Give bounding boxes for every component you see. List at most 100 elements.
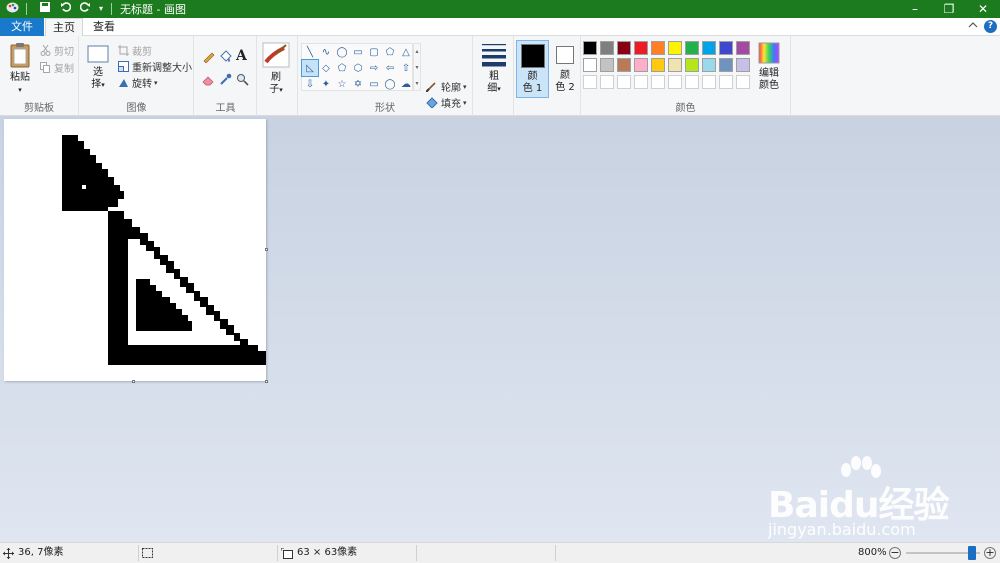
watermark-url: jingyan.baidu.com (768, 520, 916, 539)
restore-button[interactable]: ❐ (932, 0, 966, 18)
custom-color-slot[interactable] (583, 75, 597, 89)
color-swatch[interactable] (736, 58, 750, 72)
color-swatch[interactable] (583, 58, 597, 72)
custom-color-slot[interactable] (702, 75, 716, 89)
color-swatch[interactable] (736, 41, 750, 55)
color2-label-1: 颜 (560, 70, 570, 81)
canvas-resize-handle-right[interactable] (265, 248, 268, 251)
canvas-resize-handle-corner[interactable] (265, 380, 268, 383)
triangle-shape-icon[interactable]: △ (398, 44, 414, 60)
cloud-callout-shape-icon[interactable]: ☁ (398, 76, 414, 92)
undo-icon[interactable] (57, 1, 73, 17)
eraser-icon[interactable] (202, 73, 215, 89)
size-button[interactable]: 粗 细▾ (478, 43, 510, 95)
oval-shape-icon[interactable]: ◯ (334, 44, 350, 60)
diamond-shape-icon[interactable]: ◇ (318, 60, 334, 76)
copy-button[interactable]: 复制 (40, 60, 74, 75)
rotate-button[interactable]: 旋转 ▾ (118, 75, 158, 90)
text-tool-icon[interactable]: A (236, 48, 247, 64)
drawing-large-triangle (108, 211, 266, 365)
color-swatch[interactable] (702, 41, 716, 55)
rotate-icon (119, 79, 128, 87)
color-swatch[interactable] (634, 41, 648, 55)
up-arrow-shape-icon[interactable]: ⇧ (398, 60, 414, 76)
color-swatch[interactable] (685, 41, 699, 55)
color-swatch[interactable] (651, 58, 665, 72)
color-swatch[interactable] (600, 58, 614, 72)
color2-button[interactable]: 颜 色 2 (552, 40, 578, 98)
color-swatch[interactable] (702, 58, 716, 72)
color-swatch[interactable] (719, 41, 733, 55)
select-button[interactable]: 选 择▾ (86, 45, 110, 91)
save-icon[interactable] (37, 1, 53, 17)
collapse-ribbon-icon[interactable] (966, 20, 980, 34)
oval-callout-shape-icon[interactable]: ◯ (382, 76, 398, 92)
color-swatch[interactable] (719, 58, 733, 72)
custom-color-slot[interactable] (651, 75, 665, 89)
image-size: 63 × 63像素 (281, 543, 357, 563)
shapes-gallery-scroll[interactable]: ▴ ▾ ▾ (413, 43, 421, 91)
set-square-drawing (62, 135, 266, 365)
redo-icon[interactable] (77, 1, 93, 17)
clipboard-group: 粘贴 ▾ 剪切 复制 剪贴板 (0, 36, 79, 116)
color-swatch[interactable] (617, 58, 631, 72)
color-swatch[interactable] (668, 58, 682, 72)
four-point-star-shape-icon[interactable]: ✦ (318, 76, 334, 92)
zoom-in-button[interactable]: + (984, 543, 996, 563)
outline-brush-icon (426, 82, 436, 92)
zoom-out-button[interactable]: − (889, 543, 901, 563)
left-arrow-shape-icon[interactable]: ⇦ (382, 60, 398, 76)
six-point-star-shape-icon[interactable]: ✡ (350, 76, 366, 92)
resize-button[interactable]: 重新调整大小 (118, 59, 192, 74)
five-point-star-shape-icon[interactable]: ☆ (334, 76, 350, 92)
canvas-resize-handle-bottom[interactable] (132, 380, 135, 383)
hexagon-shape-icon[interactable]: ⬡ (350, 60, 366, 76)
rounded-callout-shape-icon[interactable]: ▭ (366, 76, 382, 92)
drawing-canvas[interactable] (4, 119, 266, 381)
rectangle-shape-icon[interactable]: ▭ (350, 44, 366, 60)
zoom-slider-thumb[interactable] (968, 546, 976, 560)
customize-toolbar-icon[interactable]: ▾ (97, 1, 105, 17)
custom-color-slot[interactable] (617, 75, 631, 89)
down-arrow-shape-icon[interactable]: ⇩ (302, 76, 318, 92)
custom-color-slot[interactable] (719, 75, 733, 89)
close-button[interactable]: ✕ (966, 0, 1000, 18)
right-arrow-shape-icon[interactable]: ⇨ (366, 60, 382, 76)
custom-color-slot[interactable] (736, 75, 750, 89)
tab-file[interactable]: 文件 (0, 18, 44, 36)
color-swatch[interactable] (685, 58, 699, 72)
color-swatch[interactable] (651, 41, 665, 55)
crop-button[interactable]: 裁剪 (118, 43, 152, 58)
polygon-shape-icon[interactable]: ⬠ (382, 44, 398, 60)
color-swatch[interactable] (617, 41, 631, 55)
tab-home[interactable]: 主页 (45, 18, 83, 37)
edit-colors-button[interactable]: 编辑 颜色 (755, 42, 783, 92)
color-swatch[interactable] (668, 41, 682, 55)
tab-view[interactable]: 查看 (86, 18, 122, 36)
paint-app-icon[interactable] (4, 1, 20, 17)
line-shape-icon[interactable]: ╲ (302, 44, 318, 60)
rounded-rectangle-shape-icon[interactable]: ▢ (366, 44, 382, 60)
paste-button[interactable]: 粘贴 ▾ (5, 42, 35, 96)
fill-button[interactable]: 填充 ▾ (426, 95, 467, 110)
outline-button[interactable]: 轮廓 ▾ (426, 79, 467, 94)
custom-color-slot[interactable] (685, 75, 699, 89)
custom-color-slot[interactable] (600, 75, 614, 89)
color-swatch[interactable] (600, 41, 614, 55)
color-picker-icon[interactable] (219, 73, 232, 89)
color-swatch[interactable] (583, 41, 597, 55)
cut-button[interactable]: 剪切 (40, 43, 74, 58)
fill-bucket-icon[interactable] (219, 50, 232, 66)
help-icon[interactable]: ? (984, 20, 997, 33)
minimize-button[interactable]: – (898, 0, 932, 18)
custom-color-slot[interactable] (634, 75, 648, 89)
color-swatch[interactable] (634, 58, 648, 72)
color1-button[interactable]: 颜 色 1 (516, 40, 549, 98)
pentagon-shape-icon[interactable]: ⬠ (334, 60, 350, 76)
right-triangle-shape-icon[interactable]: ◺ (301, 59, 319, 77)
curve-shape-icon[interactable]: ∿ (318, 44, 334, 60)
magnifier-icon[interactable] (236, 73, 249, 89)
custom-color-slot[interactable] (668, 75, 682, 89)
brushes-button[interactable]: 刷 子▾ (260, 42, 292, 96)
pencil-icon[interactable] (202, 50, 215, 66)
